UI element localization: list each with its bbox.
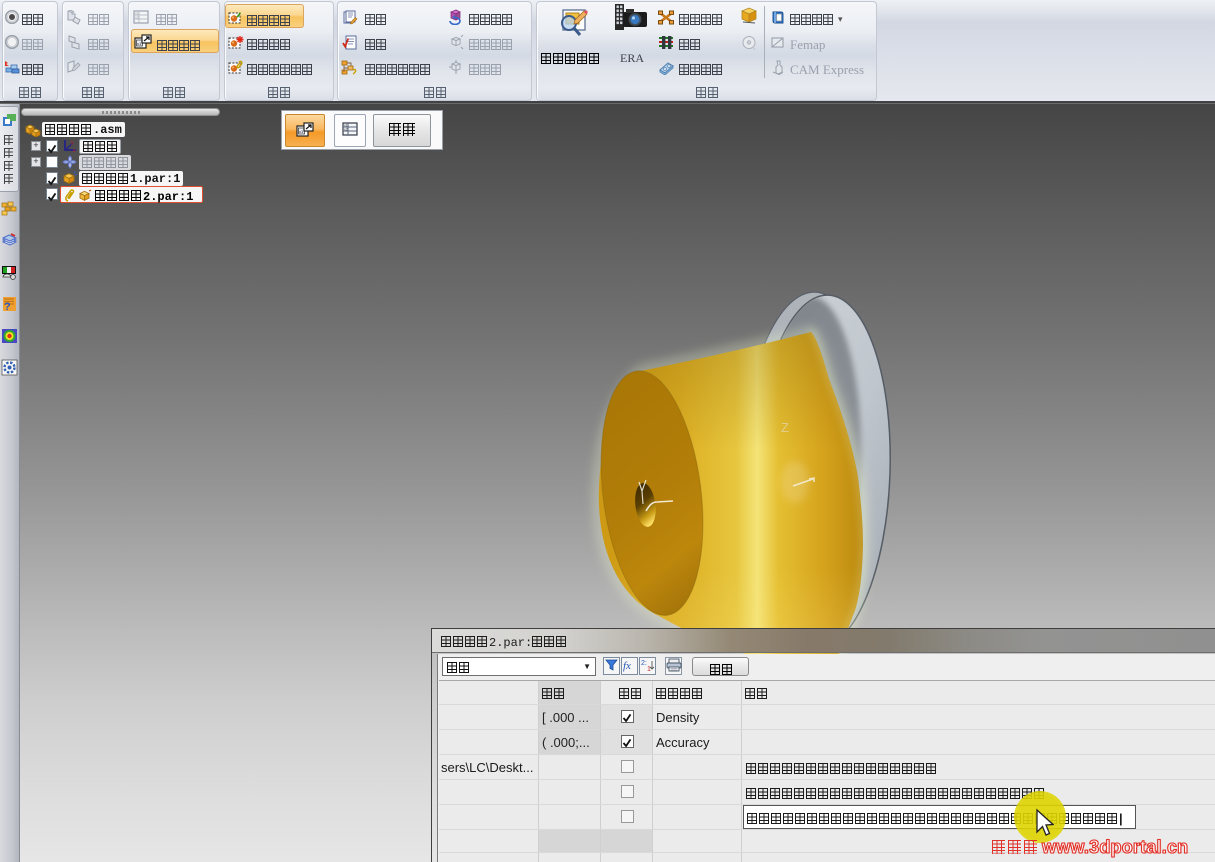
svg-text:x2: x2: [135, 15, 139, 19]
svg-text:x2: x2: [344, 128, 348, 132]
svg-text:Z: Z: [781, 420, 789, 435]
svg-text:?: ?: [4, 301, 11, 312]
svg-text:y: y: [71, 140, 74, 146]
svg-text:fx: fx: [623, 660, 631, 672]
svg-text:2:: 2:: [641, 660, 647, 667]
